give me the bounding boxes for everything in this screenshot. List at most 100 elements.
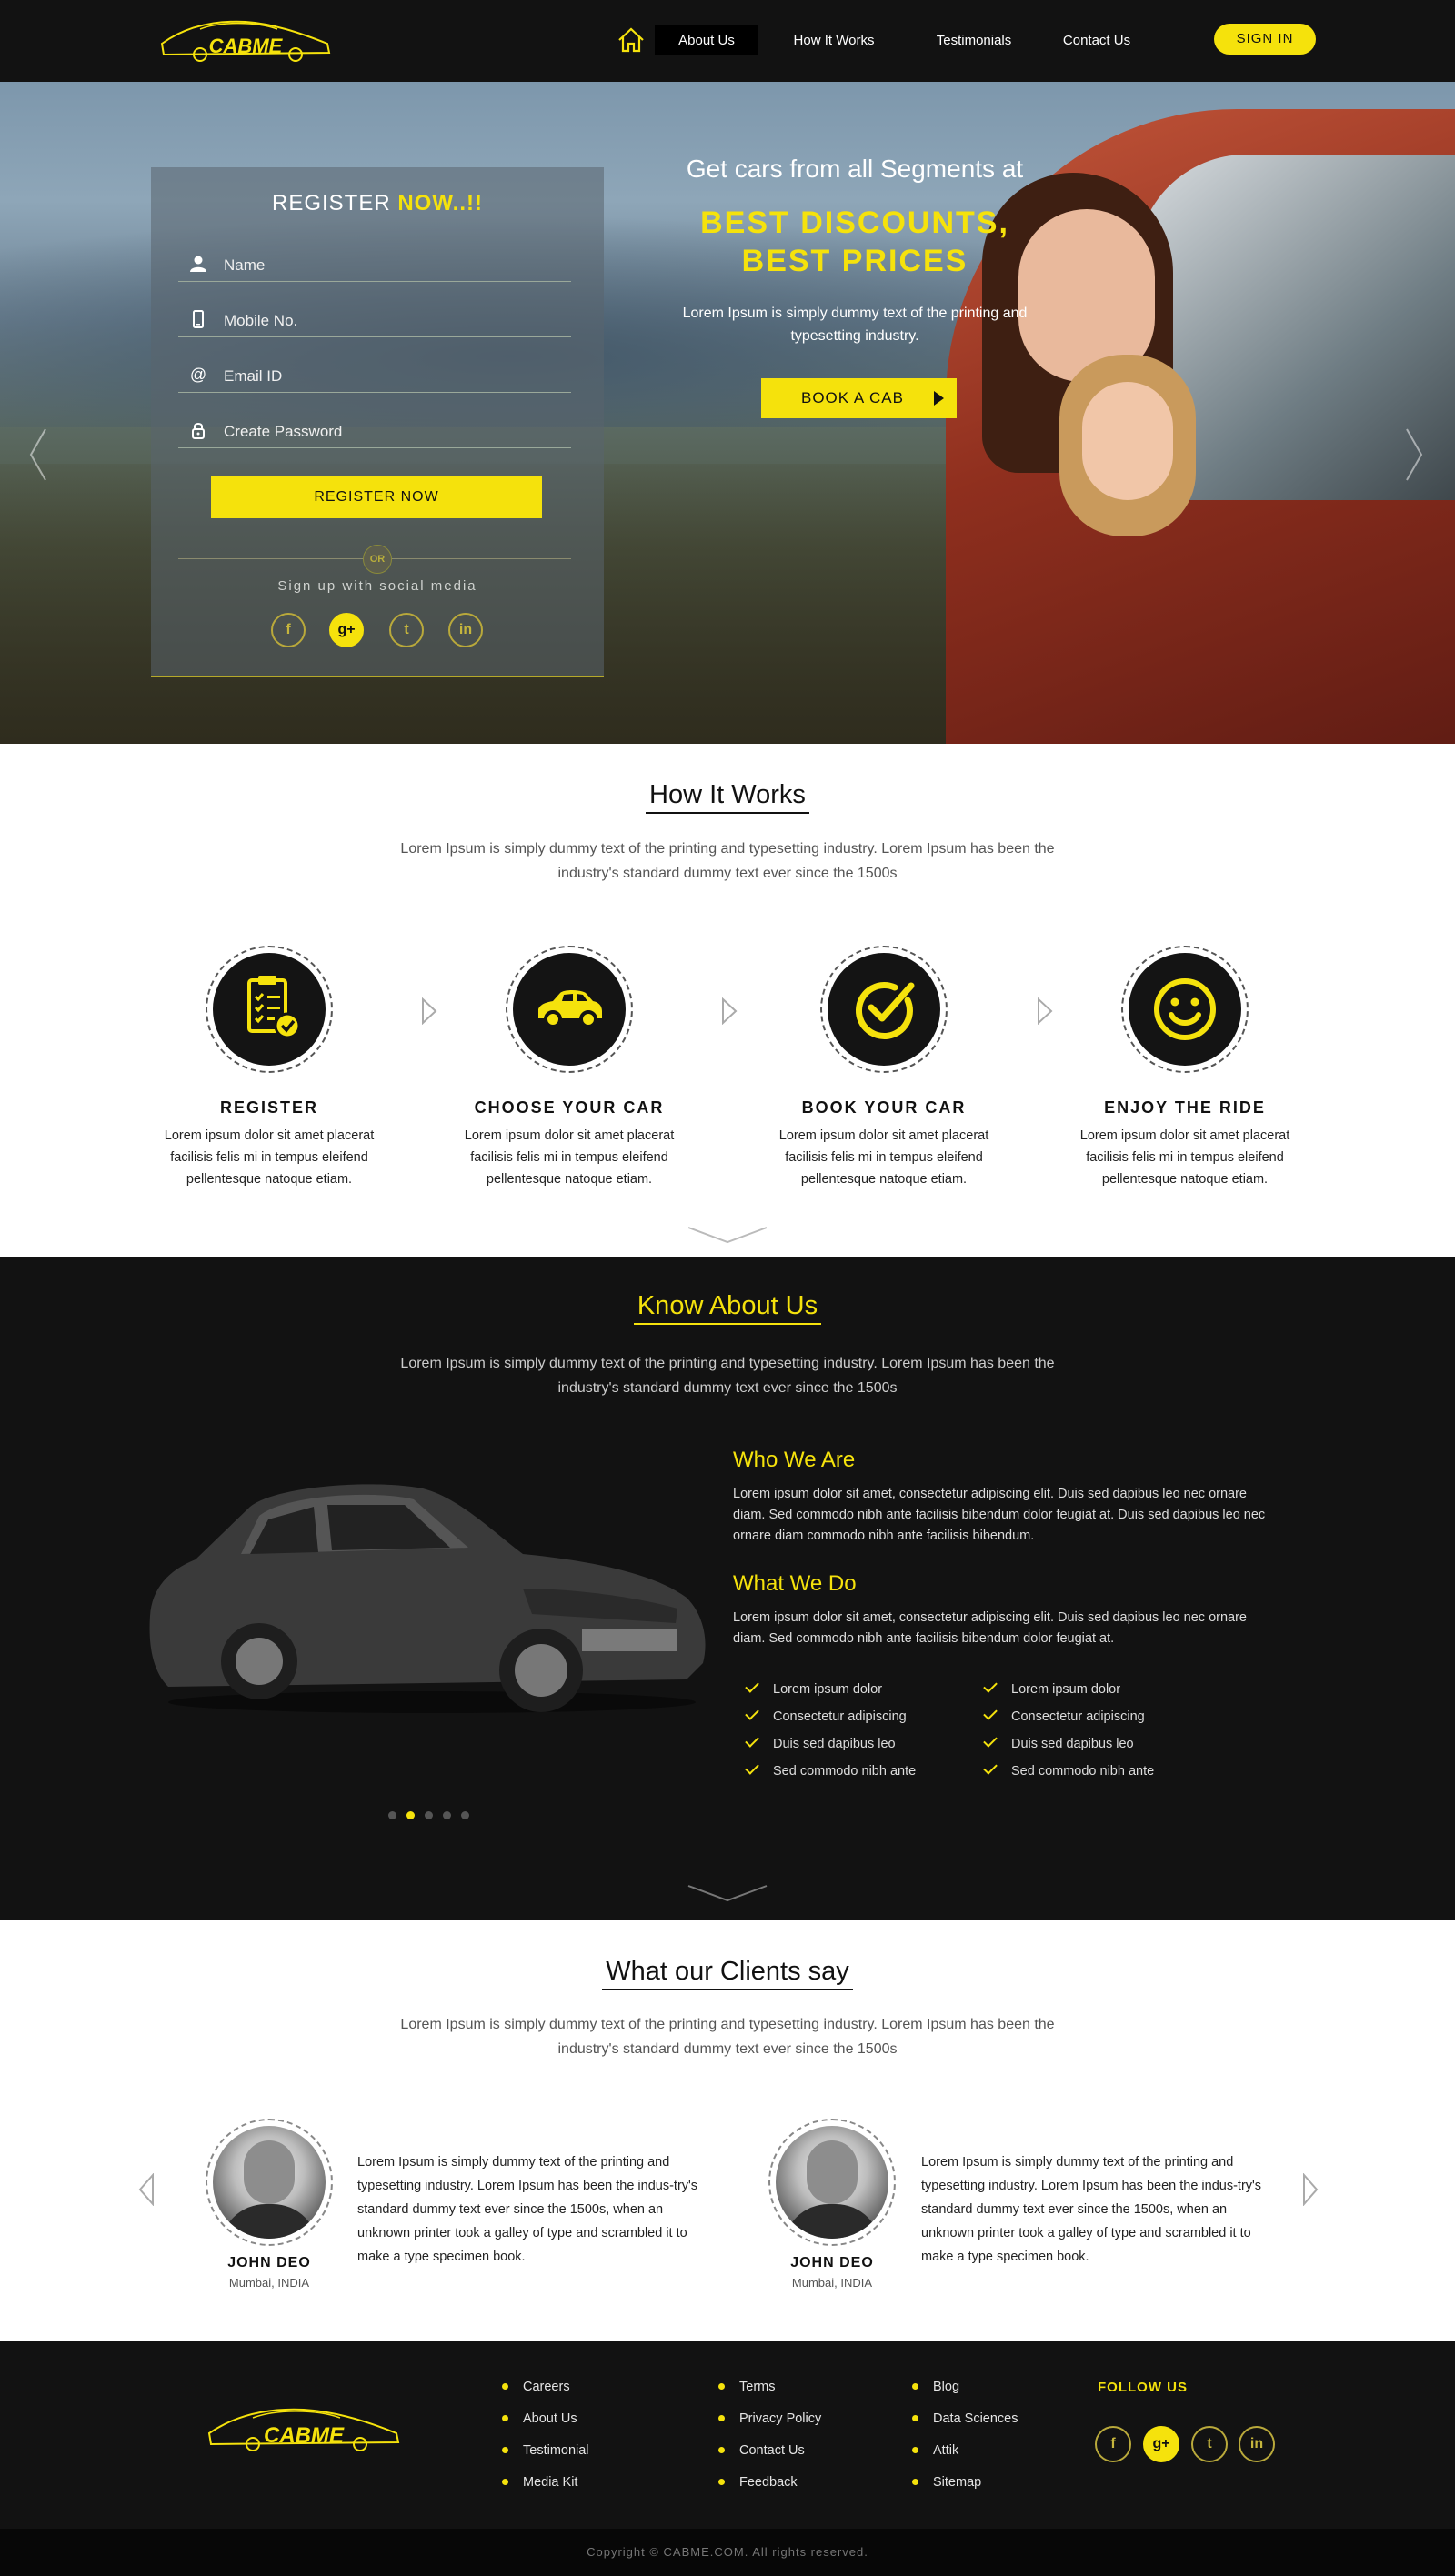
name-input[interactable]	[224, 253, 560, 278]
footer-link-about-us[interactable]: About Us	[502, 2411, 577, 2426]
footer-link-feedback[interactable]: Feedback	[718, 2475, 798, 2490]
slider-dot[interactable]	[443, 1811, 451, 1819]
how-it-works-description: Lorem Ipsum is simply dummy text of the …	[400, 841, 1055, 881]
footer-link-terms[interactable]: Terms	[718, 2380, 775, 2394]
testimonial-name: JOHN DEO	[227, 2255, 311, 2270]
slider-prev-icon[interactable]	[29, 427, 47, 482]
step-arrow-icon	[422, 997, 437, 1025]
check-icon	[745, 1733, 759, 1748]
footer-link-contact-us[interactable]: Contact Us	[718, 2443, 805, 2458]
slider-next-icon[interactable]	[1405, 427, 1423, 482]
check-icon	[983, 1760, 998, 1775]
linkedin-icon[interactable]: in	[1239, 2426, 1275, 2462]
facebook-icon[interactable]: f	[1095, 2426, 1131, 2462]
step-icon-circle	[1121, 946, 1249, 1073]
hero-girl-face	[1082, 382, 1173, 500]
at-icon: @	[189, 366, 207, 384]
footer-link-testimonial[interactable]: Testimonial	[502, 2443, 589, 2458]
home-icon[interactable]	[617, 25, 646, 55]
step-book-car: BOOK YOUR CAR Lorem ipsum dolor sit amet…	[766, 946, 1002, 1190]
register-now-button[interactable]: REGISTER NOW	[211, 476, 542, 518]
testimonial-next-icon[interactable]	[1302, 2173, 1319, 2206]
step-icon-circle	[206, 946, 333, 1073]
nav-about-us[interactable]: About Us	[655, 25, 758, 55]
twitter-icon[interactable]: t	[1191, 2426, 1228, 2462]
step-description: Lorem ipsum dolor sit amet placerat faci…	[1079, 1128, 1290, 1187]
check-icon	[745, 1679, 759, 1693]
slider-dot[interactable]	[425, 1811, 433, 1819]
mobile-icon	[193, 310, 204, 328]
who-we-are-title: Who We Are	[733, 1448, 856, 1472]
book-a-cab-button[interactable]: BOOK A CAB	[761, 378, 957, 418]
footer-link-blog[interactable]: Blog	[912, 2380, 959, 2394]
user-icon	[190, 256, 206, 272]
lock-icon	[192, 423, 205, 439]
testimonial-text: Lorem Ipsum is simply dummy text of the …	[921, 2155, 1262, 2264]
chevron-down-icon[interactable]	[687, 1884, 768, 1902]
register-title: REGISTER NOW..!!	[271, 191, 483, 216]
testimonials-title: What our Clients say	[0, 1957, 1455, 1990]
step-icon-circle	[820, 946, 948, 1073]
social-signup-label: Sign up with social media	[277, 578, 477, 594]
email-input[interactable]	[224, 364, 560, 389]
footer-link-attik[interactable]: Attik	[912, 2443, 958, 2458]
slider-dot[interactable]	[388, 1811, 396, 1819]
nav-testimonials[interactable]: Testimonials	[922, 25, 1026, 55]
step-arrow-icon	[1038, 997, 1053, 1025]
top-navbar: CABME About Us How It Works Testimonials…	[0, 0, 1455, 82]
footer-link-privacy-policy[interactable]: Privacy Policy	[718, 2411, 821, 2426]
email-field[interactable]: @	[178, 362, 571, 393]
slider-dot[interactable]	[461, 1811, 469, 1819]
avatar	[768, 2119, 896, 2246]
step-title: BOOK YOUR CAR	[801, 1098, 967, 1117]
svg-text:CABME: CABME	[209, 35, 284, 57]
sign-in-button[interactable]: SIGN IN	[1214, 24, 1316, 55]
step-icon-circle	[506, 946, 633, 1073]
footer-link-careers[interactable]: Careers	[502, 2380, 570, 2394]
testimonial-name: JOHN DEO	[790, 2255, 874, 2270]
who-we-are-text: Lorem ipsum dolor sit amet, consectetur …	[733, 1487, 1266, 1543]
nav-how-it-works[interactable]: How It Works	[782, 25, 886, 55]
footer-link-media-kit[interactable]: Media Kit	[502, 2475, 577, 2490]
check-icon	[745, 1760, 759, 1775]
password-field[interactable]	[178, 417, 571, 448]
facebook-icon[interactable]: f	[271, 613, 306, 647]
step-title: CHOOSE YOUR CAR	[474, 1098, 665, 1117]
checklist-item: Lorem ipsum dolor	[983, 1679, 1120, 1697]
copyright-bar: Copyright © CABME.COM. All rights reserv…	[0, 2529, 1455, 2576]
name-field[interactable]	[178, 251, 571, 282]
testimonial-prev-icon[interactable]	[138, 2173, 155, 2206]
hero-description: Lorem Ipsum is simply dummy text of the …	[682, 306, 1028, 344]
testimonial-location: Mumbai, INDIA	[228, 2276, 310, 2290]
password-input[interactable]	[224, 419, 560, 445]
footer-link-data-sciences[interactable]: Data Sciences	[912, 2411, 1018, 2426]
step-register: REGISTER Lorem ipsum dolor sit amet plac…	[151, 946, 387, 1190]
or-badge: OR	[363, 545, 392, 574]
smiley-icon	[1154, 978, 1216, 1040]
google-plus-icon[interactable]: g+	[329, 613, 364, 647]
slider-dot-active[interactable]	[406, 1811, 415, 1819]
testimonial-text: Lorem Ipsum is simply dummy text of the …	[357, 2155, 698, 2264]
check-icon	[745, 1706, 759, 1720]
linkedin-icon[interactable]: in	[448, 613, 483, 647]
checklist-item: Lorem ipsum dolor	[745, 1679, 882, 1697]
nav-contact-us[interactable]: Contact Us	[1045, 25, 1149, 55]
google-plus-icon[interactable]: g+	[1143, 2426, 1179, 2462]
register-panel: REGISTER NOW..!! @ REGISTER NOW OR Sign …	[151, 167, 604, 677]
mobile-input[interactable]	[224, 308, 560, 334]
step-title: ENJOY THE RIDE	[1104, 1098, 1266, 1117]
hero-subtitle: Get cars from all Segments at	[686, 155, 1024, 183]
play-arrow-icon	[934, 391, 944, 406]
step-description: Lorem ipsum dolor sit amet placerat faci…	[164, 1128, 375, 1187]
mobile-field[interactable]	[178, 306, 571, 337]
checklist-item: Sed commodo nibh ante	[745, 1760, 916, 1779]
what-we-do-text: Lorem ipsum dolor sit amet, consectetur …	[733, 1610, 1247, 1646]
checklist-item: Consectetur adipiscing	[983, 1706, 1145, 1724]
twitter-icon[interactable]: t	[389, 613, 424, 647]
footer-link-sitemap[interactable]: Sitemap	[912, 2475, 981, 2490]
cabme-logo[interactable]: CABME	[155, 13, 336, 67]
chevron-down-icon[interactable]	[687, 1226, 768, 1244]
clipboard-check-icon	[247, 976, 301, 1039]
footer-logo[interactable]: CABME	[202, 2399, 406, 2457]
hero-title: BEST DISCOUNTS, BEST PRICES	[700, 205, 1009, 278]
